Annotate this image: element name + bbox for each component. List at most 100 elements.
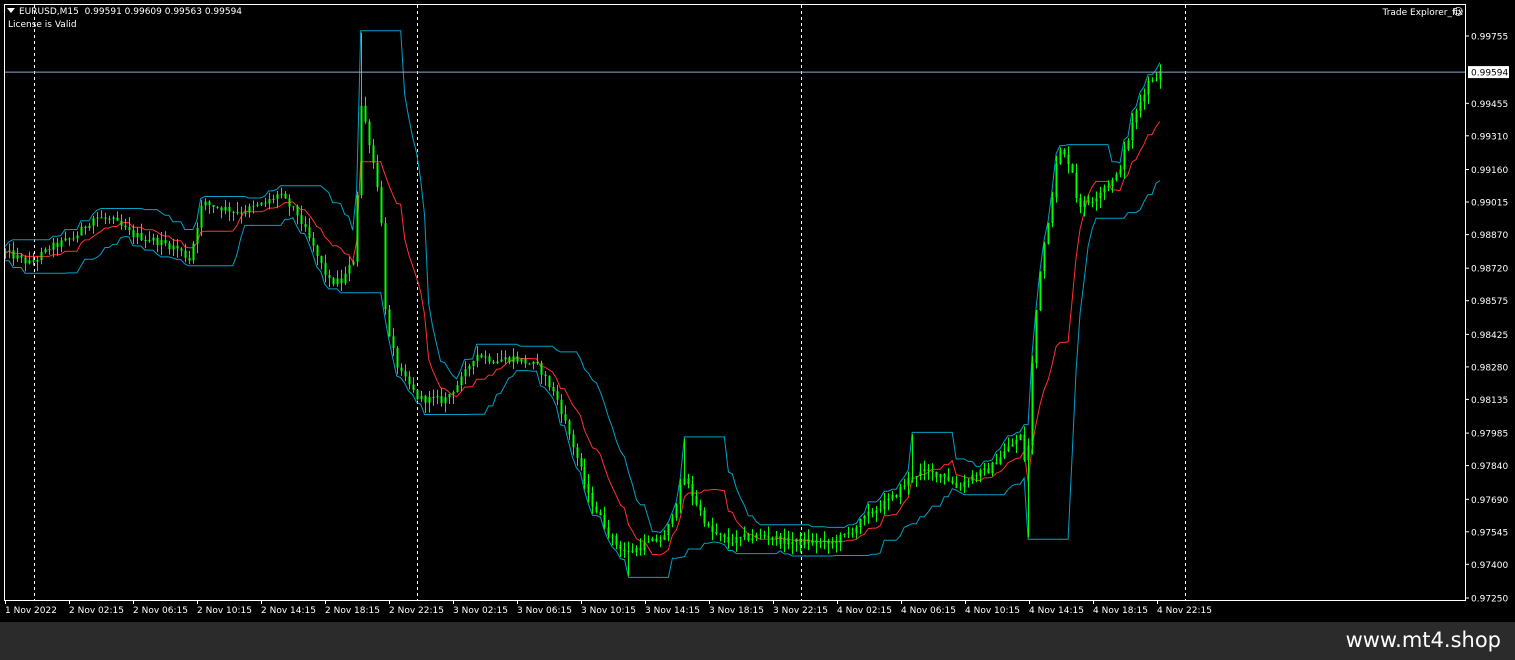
channel-upper-line: [4, 30, 1161, 534]
candle-body: [843, 533, 846, 535]
candle-body: [452, 392, 455, 395]
candle-body: [679, 484, 682, 505]
x-tick-label: 3 Nov 02:15: [453, 606, 508, 616]
y-tick-label: 0.98425: [1471, 331, 1508, 341]
candle-body: [1083, 200, 1086, 207]
candle-body: [627, 550, 630, 552]
candle-body: [903, 485, 906, 487]
candle-body: [236, 211, 239, 213]
current-price-label: 0.99594: [1471, 69, 1508, 79]
price-chart[interactable]: 0.99755 0.99594 0.99455 0.99310 0.99160 0.990…: [0, 0, 1515, 622]
candle-body: [703, 510, 706, 524]
candle-body: [364, 105, 367, 122]
candle-body: [887, 498, 890, 501]
candle-body: [104, 217, 107, 219]
candle-body: [1139, 101, 1142, 111]
candle-body: [420, 395, 423, 399]
candle-body: [999, 457, 1002, 465]
candle-body: [8, 250, 11, 252]
candle-body: [500, 359, 503, 362]
dropdown-triangle-icon[interactable]: [7, 8, 15, 13]
candle-body: [480, 354, 483, 358]
candle-body: [607, 527, 610, 536]
candle-body: [536, 361, 539, 363]
candle-body: [368, 121, 371, 146]
watermark-bar: www.mt4.shop: [0, 622, 1515, 660]
candle-body: [975, 475, 978, 477]
candle-body: [807, 538, 810, 544]
candle-body: [4, 251, 7, 253]
candle-body: [691, 483, 694, 497]
candle-body: [240, 212, 243, 214]
indicator-label: Trade Explorer_fix: [1382, 8, 1463, 18]
candle-body: [619, 544, 622, 550]
candle-body: [683, 478, 686, 485]
license-status: License is Valid: [8, 20, 77, 30]
channel-middle-line: [4, 121, 1161, 556]
candle-body: [124, 225, 127, 228]
candle-body: [859, 519, 862, 528]
candle-body: [196, 227, 199, 244]
candle-body: [160, 240, 163, 245]
candle-body: [659, 540, 662, 542]
x-tick-label: 2 Nov 10:15: [197, 606, 252, 616]
candle-body: [348, 264, 351, 274]
candle-body: [1071, 164, 1074, 173]
candle-body: [855, 527, 858, 534]
candle-body: [508, 357, 511, 363]
candle-body: [176, 245, 179, 249]
chart-window[interactable]: 0.99755 0.99594 0.99455 0.99310 0.99160 0.990…: [0, 0, 1515, 622]
candle-body: [867, 511, 870, 516]
candle-body: [548, 376, 551, 387]
candle-body: [923, 469, 926, 472]
candle-body: [863, 515, 866, 520]
candle-body: [292, 206, 295, 208]
candle-body: [899, 486, 902, 498]
candle-body: [711, 525, 714, 532]
candle-body: [48, 249, 51, 251]
candle-body: [212, 205, 215, 207]
x-tick-label: 4 Nov 14:15: [1029, 606, 1084, 616]
candle-body: [532, 361, 535, 365]
candle-body: [735, 536, 738, 544]
candle-body: [963, 481, 966, 488]
candle-body: [835, 541, 838, 544]
candle-body: [12, 250, 15, 259]
candle-body: [895, 494, 898, 498]
x-tick-label: 1 Nov 2022: [5, 606, 57, 616]
candle-body: [651, 538, 654, 542]
candle-body: [1115, 174, 1118, 180]
candle-body: [156, 237, 159, 245]
candle-body: [723, 534, 726, 538]
candle-body: [228, 206, 231, 212]
candle-body: [528, 363, 531, 365]
candle-body: [763, 534, 766, 536]
candle-body: [935, 471, 938, 478]
candle-body: [819, 542, 822, 544]
y-tick-label: 0.97250: [1471, 595, 1508, 605]
x-tick-label: 2 Nov 22:15: [389, 606, 444, 616]
candle-body: [568, 420, 571, 435]
candle-body: [591, 492, 594, 507]
candle-body: [675, 504, 678, 518]
candle-body: [416, 389, 419, 399]
candle-body: [979, 470, 982, 477]
candle-body: [16, 255, 19, 259]
candle-body: [783, 537, 786, 544]
candle-body: [400, 367, 403, 372]
candle-body: [1099, 192, 1102, 199]
candle-body: [839, 534, 842, 544]
candle-body: [1007, 446, 1010, 452]
candle-body: [96, 217, 99, 219]
candle-body: [128, 227, 131, 231]
candle-body: [1051, 197, 1054, 223]
candle-body: [352, 261, 355, 265]
candle-body: [428, 396, 431, 403]
candle-body: [743, 534, 746, 538]
candle-body: [448, 394, 451, 398]
candle-body: [136, 233, 139, 238]
symbol-header[interactable]: EURUSD,M15 0.99591 0.99609 0.99563 0.995…: [7, 7, 242, 18]
candle-body: [879, 509, 882, 511]
candle-body: [504, 357, 507, 360]
candle-body: [1147, 80, 1150, 95]
